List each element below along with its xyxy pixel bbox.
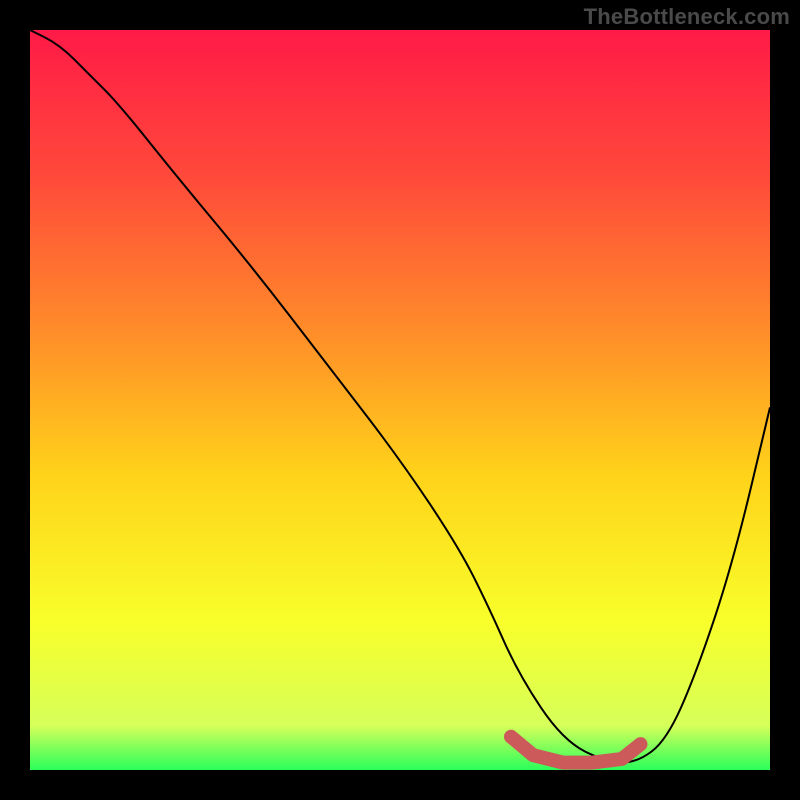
chart-container: TheBottleneck.com — [0, 0, 800, 800]
watermark-text: TheBottleneck.com — [584, 4, 790, 30]
bottleneck-chart — [0, 0, 800, 800]
gradient-background — [30, 30, 770, 770]
